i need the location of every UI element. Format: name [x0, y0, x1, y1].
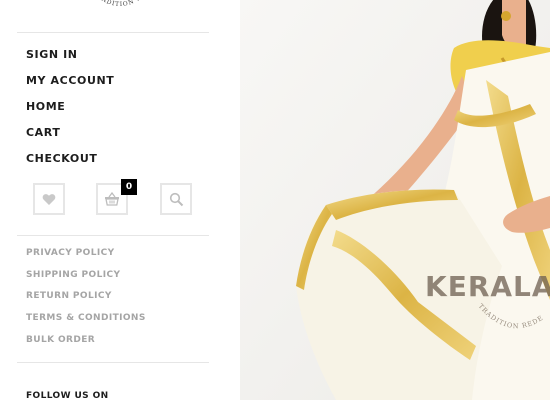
wishlist-button[interactable] [33, 183, 65, 215]
divider [17, 235, 209, 236]
sidebar: TRADITION REDEFINED SIGN IN MY ACCOUNT H… [0, 0, 240, 401]
link-bulk-order[interactable]: BULK ORDER [26, 335, 95, 345]
nav-home[interactable]: HOME [26, 100, 65, 113]
divider [17, 32, 209, 33]
logo[interactable]: TRADITION REDEFINED [85, 0, 155, 14]
nav-checkout[interactable]: CHECKOUT [26, 152, 97, 165]
hero-banner[interactable]: KERALA S TRADITION REDE [240, 0, 550, 400]
heart-icon [42, 193, 56, 205]
divider [17, 362, 209, 363]
brand-arc-text: TRADITION REDE [477, 302, 546, 330]
search-button[interactable] [160, 183, 192, 215]
nav-my-account[interactable]: MY ACCOUNT [26, 74, 114, 87]
link-shipping-policy[interactable]: SHIPPING POLICY [26, 270, 120, 280]
logo-arc-text: TRADITION REDEFINED [85, 0, 148, 8]
basket-icon [105, 192, 119, 206]
nav-cart[interactable]: CART [26, 126, 60, 139]
link-terms-conditions[interactable]: TERMS & CONDITIONS [26, 313, 146, 323]
link-return-policy[interactable]: RETURN POLICY [26, 291, 112, 301]
brand-watermark-seal: TRADITION REDE [477, 302, 546, 330]
search-icon [169, 192, 183, 206]
cart-count-badge: 0 [121, 179, 137, 195]
brand-watermark-text: KERALA S [425, 270, 550, 303]
link-privacy-policy[interactable]: PRIVACY POLICY [26, 248, 115, 258]
nav-sign-in[interactable]: SIGN IN [26, 48, 78, 61]
